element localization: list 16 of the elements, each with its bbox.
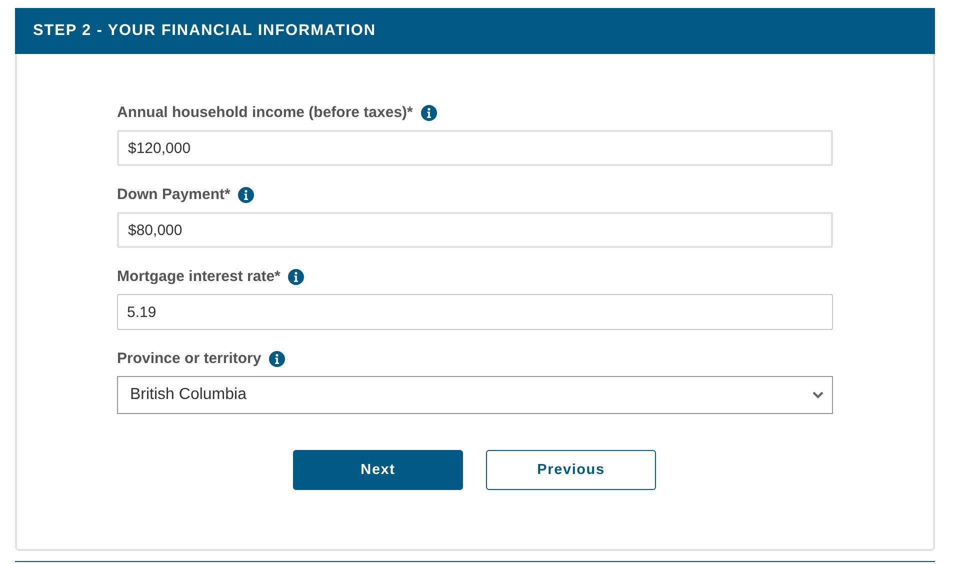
field-label: Down Payment* — [117, 186, 230, 203]
info-icon[interactable] — [288, 268, 304, 284]
info-icon[interactable] — [269, 350, 286, 366]
input-field[interactable]: $120,000 — [117, 130, 833, 166]
province-select[interactable]: British Columbia — [117, 376, 833, 414]
info-icon[interactable] — [238, 186, 254, 202]
field-label: Annual household income (before taxes)* — [117, 104, 413, 121]
info-icon[interactable] — [420, 104, 437, 120]
field-label: Province or territory — [117, 350, 262, 367]
field-label: Mortgage interest rate* — [117, 268, 280, 285]
previous-button[interactable]: Previous — [486, 450, 656, 490]
input-field[interactable]: 5.19 — [117, 294, 833, 330]
input-field[interactable]: $80,000 — [117, 212, 833, 248]
chevron-down-icon — [812, 391, 824, 399]
section-header: STEP 2 - YOUR FINANCIAL INFORMATION — [15, 8, 935, 54]
next-button[interactable]: Next — [293, 450, 463, 490]
